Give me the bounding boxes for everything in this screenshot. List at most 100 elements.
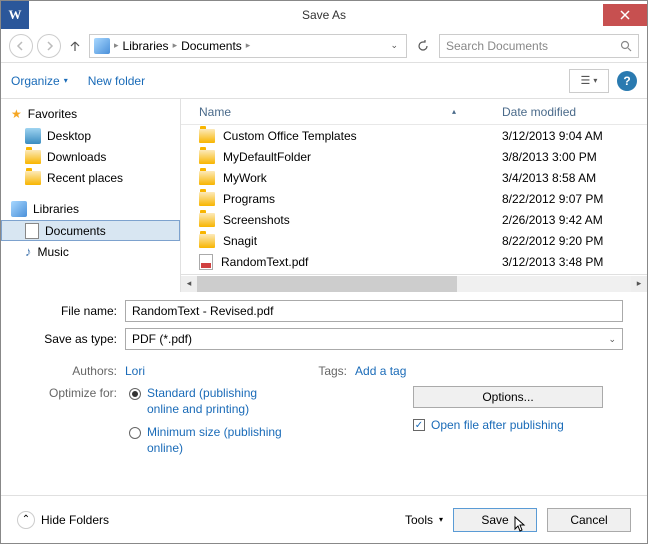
nav-bar: ▸ Libraries ▸ Documents ▸ ⌄ Search Docum… — [1, 29, 647, 63]
cursor-icon — [514, 516, 528, 537]
chevron-up-icon: ⌃ — [17, 511, 35, 529]
list-view-icon: ☰ — [581, 74, 591, 87]
tags-value[interactable]: Add a tag — [355, 364, 406, 378]
forward-button[interactable] — [37, 34, 61, 58]
file-list-header: Name ▴ Date modified — [181, 99, 647, 125]
table-row[interactable]: Programs8/22/2012 9:07 PM — [181, 188, 647, 209]
table-row[interactable]: Snagit8/22/2012 9:20 PM — [181, 230, 647, 251]
checkbox-icon: ✓ — [413, 419, 425, 431]
music-icon: ♪ — [25, 244, 32, 259]
folder-icon — [25, 171, 41, 185]
chevron-right-icon: ▸ — [114, 40, 119, 51]
folder-icon — [199, 129, 215, 143]
folder-icon — [199, 171, 215, 185]
refresh-button[interactable] — [411, 34, 435, 58]
metadata-area: Authors: Lori Tags: Add a tag Optimize f… — [1, 360, 647, 456]
column-header-date[interactable]: Date modified — [496, 105, 647, 119]
options-button[interactable]: Options... — [413, 386, 603, 408]
search-input[interactable]: Search Documents — [439, 34, 639, 58]
arrow-right-icon — [44, 41, 54, 51]
radio-icon — [129, 427, 141, 439]
sidebar-item-desktop[interactable]: Desktop — [1, 125, 180, 146]
organize-menu[interactable]: Organize ▾ — [11, 74, 68, 88]
form-area: File name: Save as type: PDF (*.pdf) ⌄ — [1, 292, 647, 360]
tools-menu[interactable]: Tools ▾ — [405, 513, 443, 527]
radio-icon — [129, 388, 141, 400]
radio-standard[interactable]: Standard (publishing online and printing… — [129, 386, 287, 417]
libraries-icon — [94, 38, 110, 54]
chevron-down-icon: ▾ — [439, 515, 443, 524]
sidebar-item-documents[interactable]: Documents — [1, 220, 180, 241]
chevron-right-icon: ▸ — [246, 40, 251, 51]
star-icon: ★ — [11, 107, 22, 121]
table-row[interactable]: MyWork3/4/2013 8:58 AM — [181, 167, 647, 188]
folder-icon — [199, 150, 215, 164]
table-row[interactable]: RandomText.pdf3/12/2013 3:48 PM — [181, 251, 647, 272]
sort-ascending-icon: ▴ — [452, 107, 456, 116]
search-icon — [620, 40, 632, 52]
table-row[interactable]: MyDefaultFolder3/8/2013 3:00 PM — [181, 146, 647, 167]
desktop-icon — [25, 128, 41, 144]
arrow-up-icon — [69, 40, 81, 52]
savetype-label: Save as type: — [25, 332, 125, 346]
refresh-icon — [416, 39, 430, 53]
breadcrumb-libraries[interactable]: Libraries — [123, 39, 169, 53]
scroll-right-button[interactable]: ▸ — [631, 276, 647, 292]
new-folder-button[interactable]: New folder — [88, 74, 145, 88]
arrow-left-icon — [16, 41, 26, 51]
main-area: ★ Favorites Desktop Downloads Recent pla… — [1, 99, 647, 292]
back-button[interactable] — [9, 34, 33, 58]
sidebar: ★ Favorites Desktop Downloads Recent pla… — [1, 99, 181, 292]
folder-icon — [25, 150, 41, 164]
documents-icon — [25, 223, 39, 239]
help-button[interactable]: ? — [617, 71, 637, 91]
toolbar: Organize ▾ New folder ☰ ▾ ? — [1, 63, 647, 99]
search-placeholder: Search Documents — [446, 39, 548, 53]
help-icon: ? — [623, 74, 630, 88]
view-mode-button[interactable]: ☰ ▾ — [569, 69, 609, 93]
savetype-select[interactable]: PDF (*.pdf) ⌄ — [125, 328, 623, 350]
word-app-icon: W — [1, 1, 29, 29]
breadcrumb-dropdown[interactable]: ⌄ — [386, 40, 402, 51]
optimize-label: Optimize for: — [25, 386, 125, 456]
cancel-button[interactable]: Cancel — [547, 508, 631, 532]
table-row[interactable]: Screenshots2/26/2013 9:42 AM — [181, 209, 647, 230]
close-icon — [620, 10, 630, 20]
dialog-title: Save As — [1, 8, 647, 22]
chevron-right-icon: ▸ — [173, 40, 178, 51]
optimize-radio-group: Standard (publishing online and printing… — [125, 386, 287, 456]
horizontal-scrollbar[interactable]: ◂ ▸ — [181, 274, 647, 292]
sidebar-item-downloads[interactable]: Downloads — [1, 146, 180, 167]
footer: ⌃ Hide Folders Tools ▾ Save Cancel — [1, 495, 647, 543]
sidebar-favorites-group[interactable]: ★ Favorites — [1, 103, 180, 125]
folder-icon — [199, 213, 215, 227]
chevron-down-icon: ▾ — [593, 76, 597, 85]
scrollbar-track[interactable] — [197, 276, 631, 292]
radio-minimum[interactable]: Minimum size (publishing online) — [129, 425, 287, 456]
column-header-name[interactable]: Name ▴ — [181, 105, 496, 119]
titlebar: W Save As — [1, 1, 647, 29]
scrollbar-thumb[interactable] — [197, 276, 457, 292]
folder-icon — [199, 192, 215, 206]
sidebar-item-music[interactable]: ♪ Music — [1, 241, 180, 262]
up-button[interactable] — [65, 36, 85, 56]
save-button[interactable]: Save — [453, 508, 537, 532]
authors-value[interactable]: Lori — [125, 364, 145, 378]
breadcrumb-documents[interactable]: Documents — [181, 39, 242, 53]
hide-folders-button[interactable]: ⌃ Hide Folders — [17, 511, 109, 529]
sidebar-item-recent[interactable]: Recent places — [1, 167, 180, 188]
libraries-icon — [11, 201, 27, 217]
file-list-body: Custom Office Templates3/12/2013 9:04 AM… — [181, 125, 647, 274]
file-list: Name ▴ Date modified Custom Office Templ… — [181, 99, 647, 292]
tags-label: Tags: — [255, 364, 355, 378]
folder-icon — [199, 234, 215, 248]
authors-label: Authors: — [25, 364, 125, 378]
close-button[interactable] — [603, 4, 647, 26]
chevron-down-icon: ▾ — [64, 76, 68, 85]
filename-input[interactable] — [125, 300, 623, 322]
scroll-left-button[interactable]: ◂ — [181, 276, 197, 292]
breadcrumb[interactable]: ▸ Libraries ▸ Documents ▸ ⌄ — [89, 34, 407, 58]
table-row[interactable]: Custom Office Templates3/12/2013 9:04 AM — [181, 125, 647, 146]
sidebar-libraries-group[interactable]: Libraries — [1, 198, 180, 220]
open-after-checkbox[interactable]: ✓ Open file after publishing — [393, 418, 564, 432]
